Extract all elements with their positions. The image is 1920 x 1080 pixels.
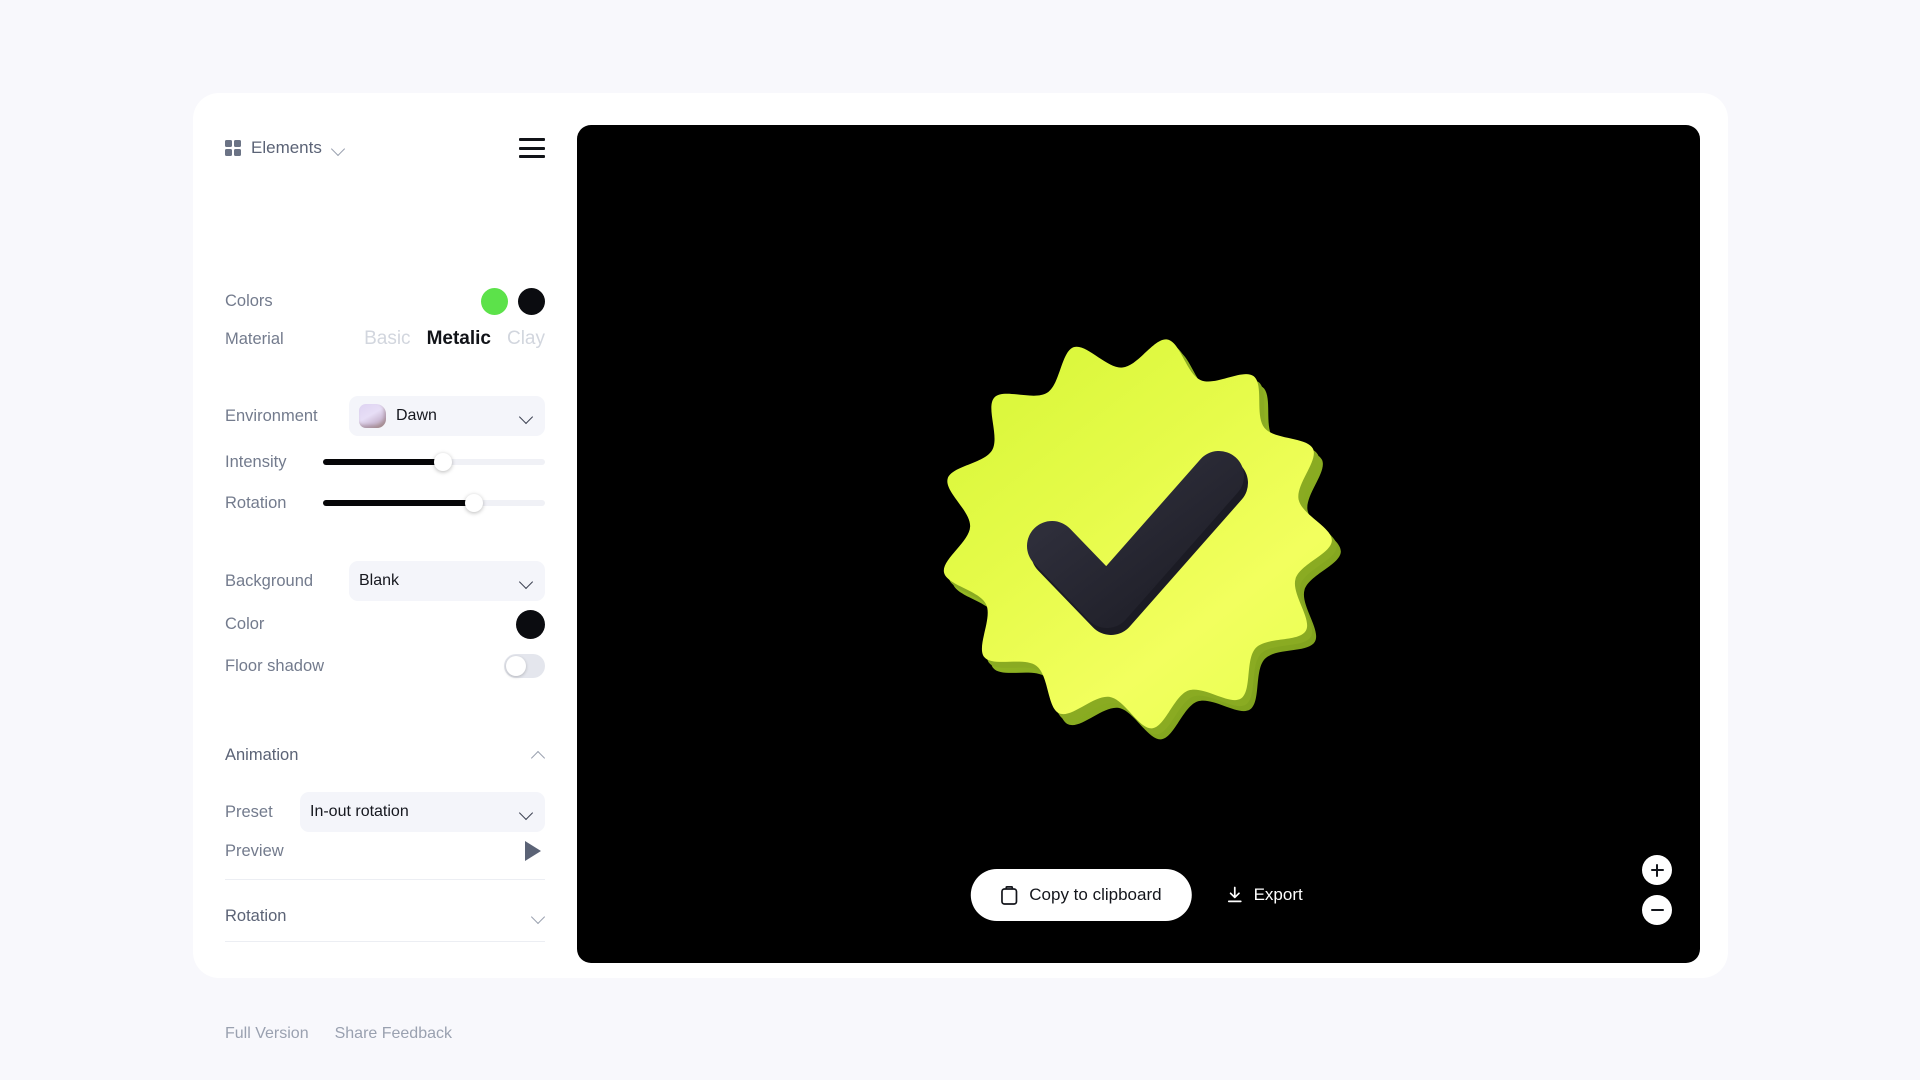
share-feedback-link[interactable]: Share Feedback [335,1025,452,1043]
environment-select[interactable]: Dawn [349,396,545,436]
preview-canvas[interactable]: Copy to clipboard Export [577,125,1700,963]
background-label: Background [225,571,314,590]
floor-shadow-toggle[interactable] [504,654,545,678]
material-label: Material [225,329,284,348]
sidebar-panel: Elements Colors Material Basic Metalic C… [193,93,577,1042]
footer-links: Full Version Share Feedback [225,1025,452,1043]
environment-value: Dawn [396,407,437,424]
play-icon[interactable] [525,841,541,861]
secondary-color-swatch[interactable] [518,287,545,315]
slider-fill [323,459,443,465]
export-button[interactable]: Export [1222,879,1307,911]
toggle-knob [506,656,526,676]
slider-knob[interactable] [464,494,483,512]
material-option-metalic[interactable]: Metalic [427,328,491,350]
elements-label: Elements [251,138,322,157]
minus-icon [1650,908,1664,912]
rotation-slider-label: Rotation [225,493,287,512]
divider [225,879,545,880]
download-icon [1227,886,1242,903]
preset-label: Preset [225,802,273,821]
background-value: Blank [359,572,400,589]
zoom-out-button[interactable] [1642,895,1672,925]
preset-select[interactable]: In-out rotation [300,792,545,832]
dawn-environment-thumbnail [359,404,386,428]
zoom-controls [1642,855,1672,925]
export-label: Export [1253,885,1303,904]
environment-row: Environment Dawn [225,395,545,437]
grid-icon [225,140,241,156]
color-swatches [481,287,545,315]
sidebar-header: Elements [225,133,545,163]
verified-badge-3d-object[interactable] [924,321,1354,751]
animation-section-header[interactable]: Animation [225,742,545,768]
material-option-basic[interactable]: Basic [364,328,410,350]
intensity-label: Intensity [225,452,287,471]
preview-label: Preview [225,841,284,860]
floor-shadow-row: Floor shadow [225,651,545,681]
primary-color-swatch[interactable] [481,287,508,315]
elements-selector[interactable]: Elements [225,138,345,158]
colors-row: Colors [225,287,545,315]
material-options: Basic Metalic Clay [364,328,545,350]
copy-to-clipboard-button[interactable]: Copy to clipboard [970,869,1192,921]
rotation-slider[interactable] [323,494,545,512]
rotation-section-title: Rotation [225,906,287,925]
colors-label: Colors [225,291,273,310]
preset-value: In-out rotation [310,803,409,820]
intensity-slider[interactable] [323,453,545,471]
environment-label: Environment [225,406,318,425]
chevron-down-icon [520,410,533,423]
plus-icon-vertical [1655,863,1659,877]
divider [225,941,545,942]
copy-to-clipboard-label: Copy to clipboard [1029,885,1162,904]
canvas-bottom-toolbar: Copy to clipboard Export [970,869,1306,921]
slider-fill [323,500,474,506]
chevron-down-icon [532,910,545,923]
clipboard-icon [1000,885,1017,905]
rotation-section-header[interactable]: Rotation [225,903,545,929]
slider-knob[interactable] [433,453,452,471]
chevron-down-icon [332,142,345,155]
background-row: Background Blank [225,560,545,602]
background-select[interactable]: Blank [349,561,545,601]
material-row: Material Basic Metalic Clay [225,325,545,353]
background-color-label: Color [225,614,265,633]
background-color-swatch[interactable] [516,609,545,639]
preset-row: Preset In-out rotation [225,792,545,832]
chevron-down-icon [520,806,533,819]
chevron-down-icon [520,575,533,588]
floor-shadow-label: Floor shadow [225,656,325,675]
material-option-clay[interactable]: Clay [507,328,545,350]
intensity-row: Intensity [225,450,545,474]
chevron-up-icon [532,749,545,762]
animation-section-title: Animation [225,745,299,764]
rotation-slider-row: Rotation [225,491,545,515]
full-version-link[interactable]: Full Version [225,1025,309,1043]
badge-svg [943,338,1341,739]
preview-row: Preview [225,835,545,867]
hamburger-menu-icon[interactable] [519,138,545,158]
background-color-row: Color [225,609,545,639]
app-card: Elements Colors Material Basic Metalic C… [193,93,1728,1042]
zoom-in-button[interactable] [1642,855,1672,885]
